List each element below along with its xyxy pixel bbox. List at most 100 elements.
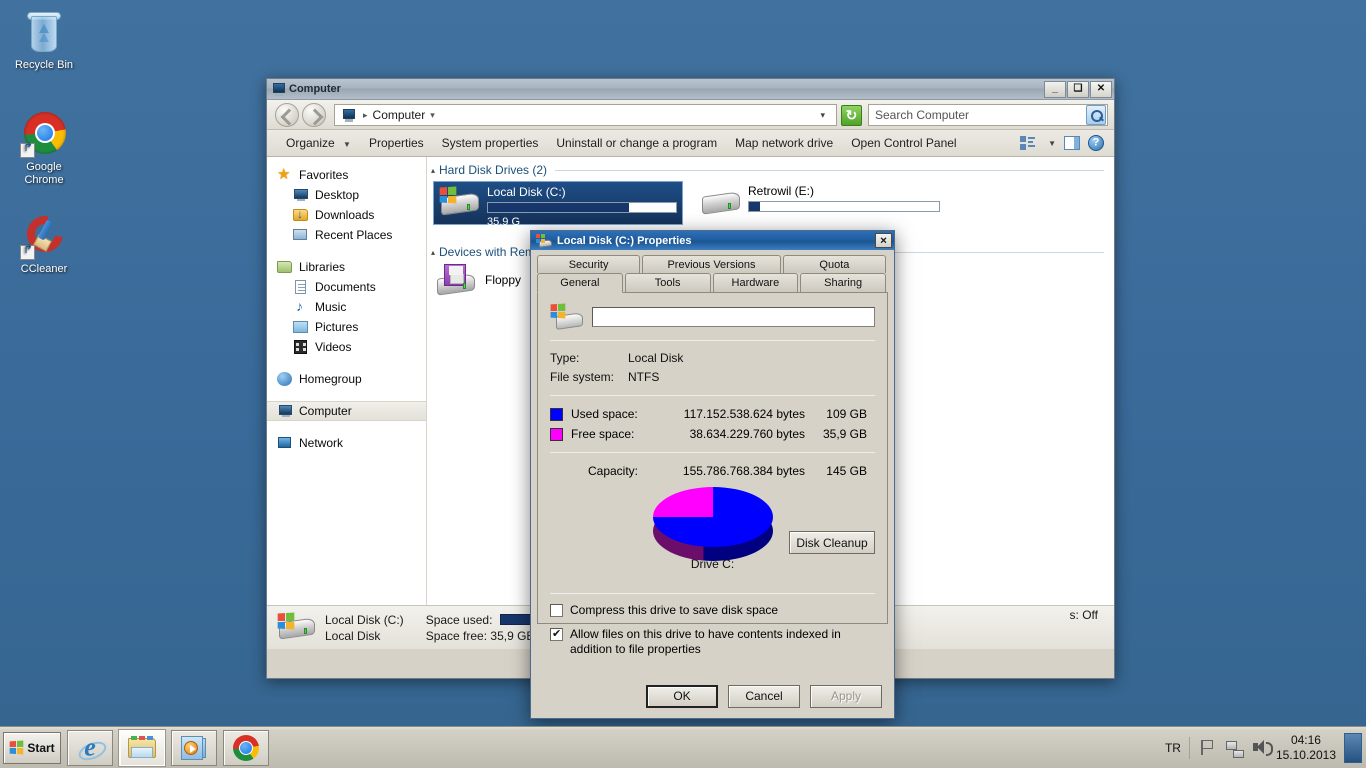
sidebar-item-computer[interactable]: Computer [267, 401, 426, 421]
collapse-chevron-icon[interactable]: ▴ [431, 166, 435, 175]
minimize-icon: _ [1052, 83, 1058, 94]
tab-hardware[interactable]: Hardware [712, 273, 799, 292]
desktop-icon-ccleaner[interactable]: CCleaner [6, 208, 82, 276]
breadcrumb-computer[interactable]: Computer [373, 108, 426, 122]
drive-tile-retrowil-e[interactable]: Retrowil (E:) [695, 181, 945, 225]
tab-general[interactable]: General [537, 273, 623, 293]
view-chevron-down-icon[interactable]: ▼ [1048, 139, 1056, 148]
drive-tile-floppy-disk-a[interactable]: Floppy [433, 262, 521, 298]
sidebar-item-label: Recent Places [315, 228, 393, 242]
free-space-swatch [550, 427, 563, 441]
desktop-icon-google-chrome[interactable]: Google Chrome [6, 110, 82, 187]
minimize-button[interactable]: _ [1044, 80, 1066, 98]
search-icon[interactable] [1086, 105, 1106, 125]
legend-bytes: 38.634.229.760 bytes [689, 427, 805, 441]
forward-button[interactable] [302, 103, 326, 127]
address-bar[interactable]: ▸ Computer ▾ ▾ [334, 104, 837, 126]
index-contents-label: Allow files on this drive to have conten… [570, 627, 841, 656]
index-contents-checkbox[interactable] [550, 627, 563, 642]
clock-time: 04:16 [1290, 732, 1321, 747]
help-icon[interactable] [1088, 135, 1104, 151]
sidebar-item-recent-places[interactable]: Recent Places [267, 225, 426, 245]
sidebar-item-music[interactable]: Music [267, 297, 426, 317]
start-button[interactable]: Start [3, 731, 61, 764]
sidebar-item-libraries[interactable]: Libraries [267, 257, 426, 277]
drive-usage-bar [748, 201, 940, 212]
address-history-chevron-down-icon[interactable]: ▾ [812, 110, 833, 121]
group-label: Hard Disk Drives (2) [439, 163, 548, 177]
volume-label-input[interactable] [592, 307, 875, 327]
command-properties[interactable]: Properties [360, 132, 433, 154]
command-organize[interactable]: Organize ▼ [277, 132, 360, 154]
tab-sharing[interactable]: Sharing [800, 273, 886, 292]
command-uninstall-or-change-a-program[interactable]: Uninstall or change a program [547, 132, 726, 154]
explorer-titlebar[interactable]: Computer _ ❑ ✕ [267, 79, 1114, 100]
action-center-flag-icon[interactable] [1198, 738, 1218, 758]
legend-bytes: 117.152.538.624 bytes [683, 407, 805, 421]
navigation-pane: ★ Favorites Desktop Downloads Recent Pla… [267, 157, 427, 605]
desktop-icon-recycle-bin[interactable]: Recycle Bin [6, 8, 82, 72]
sidebar-item-desktop[interactable]: Desktop [267, 185, 426, 205]
property-value: Local Disk [628, 351, 684, 365]
sidebar-item-network[interactable]: Network [267, 433, 426, 453]
pie-graphic: Drive C: [652, 487, 773, 571]
cancel-button[interactable]: Cancel [728, 684, 800, 708]
ok-button[interactable]: OK [646, 684, 718, 708]
group-header-hard-disk-drives[interactable]: ▴ Hard Disk Drives (2) [427, 157, 1114, 177]
command-system-properties[interactable]: System properties [433, 132, 548, 154]
compress-drive-checkbox-row[interactable]: Compress this drive to save disk space [550, 603, 875, 618]
breadcrumb-chevron-down-icon[interactable]: ▾ [430, 110, 435, 121]
internet-explorer-icon [76, 735, 104, 761]
back-button[interactable] [275, 103, 299, 127]
change-view-icon[interactable] [1020, 136, 1036, 150]
taskbar-button-internet-explorer[interactable] [67, 729, 113, 766]
close-button[interactable] [875, 233, 892, 248]
command-map-network-drive[interactable]: Map network drive [726, 132, 842, 154]
tab-row-2: General Tools Hardware Sharing [537, 273, 888, 293]
collapse-chevron-icon[interactable]: ▴ [431, 248, 435, 257]
sidebar-item-videos[interactable]: Videos [267, 337, 426, 357]
network-icon[interactable] [1224, 738, 1244, 758]
tab-tools[interactable]: Tools [624, 273, 711, 292]
close-button[interactable]: ✕ [1090, 80, 1112, 98]
refresh-icon[interactable] [841, 104, 862, 126]
sidebar-item-downloads[interactable]: Downloads [267, 205, 426, 225]
preview-pane-icon[interactable] [1064, 136, 1080, 150]
sidebar-item-favorites[interactable]: ★ Favorites [267, 165, 426, 185]
documents-icon [293, 279, 309, 295]
taskbar-button-windows-media-player[interactable] [171, 729, 217, 766]
command-open-control-panel[interactable]: Open Control Panel [842, 132, 965, 154]
taskbar-button-windows-explorer[interactable] [118, 728, 166, 767]
legend-used-space: Used space: 117.152.538.624 bytes 109 GB [550, 404, 875, 424]
taskbar-button-google-chrome[interactable] [223, 729, 269, 766]
divider [550, 340, 875, 341]
start-label: Start [27, 740, 55, 755]
sidebar-item-pictures[interactable]: Pictures [267, 317, 426, 337]
computer-icon [271, 82, 285, 96]
music-icon [293, 298, 309, 315]
desktop-icon-label-line2: Chrome [24, 174, 64, 186]
language-indicator[interactable]: TR [1165, 741, 1181, 755]
index-contents-checkbox-row[interactable]: Allow files on this drive to have conten… [550, 627, 875, 657]
compress-drive-checkbox[interactable] [550, 604, 563, 617]
drive-usage-bar [487, 202, 677, 213]
sidebar-item-homegroup[interactable]: Homegroup [267, 369, 426, 389]
sidebar-item-documents[interactable]: Documents [267, 277, 426, 297]
volume-icon[interactable] [1250, 738, 1273, 758]
apply-button[interactable]: Apply [810, 684, 882, 708]
search-input[interactable]: Search Computer [868, 104, 1108, 126]
drive-tile-local-disk-c[interactable]: Local Disk (C:) 35,9 G [433, 181, 683, 228]
command-bar: Organize ▼ Properties System properties … [267, 130, 1114, 157]
details-right-text: s: Off [1069, 608, 1098, 622]
tab-security[interactable]: Security [537, 255, 641, 273]
clock[interactable]: 04:16 15.10.2013 [1276, 733, 1336, 763]
disk-cleanup-button[interactable]: Disk Cleanup [789, 531, 875, 554]
maximize-button[interactable]: ❑ [1067, 80, 1089, 98]
tab-previous-versions[interactable]: Previous Versions [642, 255, 781, 273]
sidebar-item-label: Desktop [315, 188, 360, 202]
show-desktop-button[interactable] [1344, 732, 1362, 763]
general-tab-panel: Type: Local Disk File system: NTFS Used … [537, 292, 888, 656]
tab-quota[interactable]: Quota [782, 255, 886, 273]
dialog-titlebar[interactable]: Local Disk (C:) Properties [531, 231, 894, 250]
